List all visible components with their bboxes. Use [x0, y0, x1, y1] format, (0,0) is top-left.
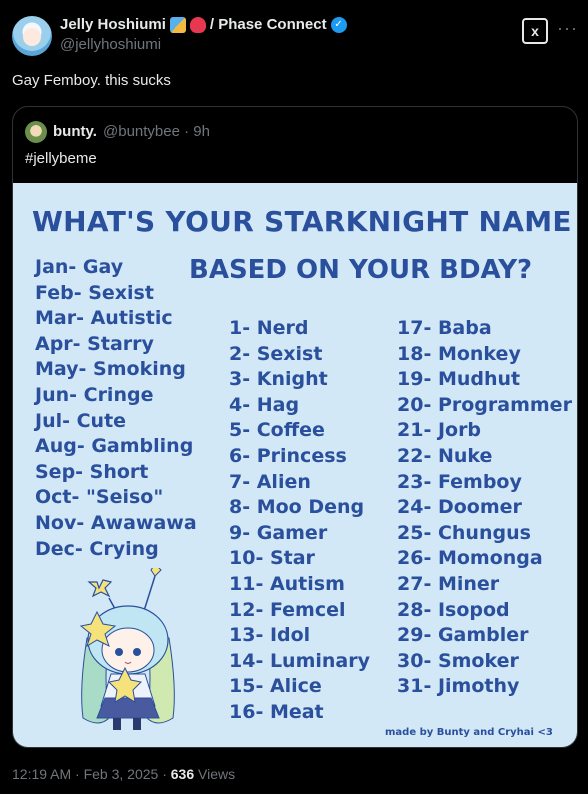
image-credit: made by Bunty and Cryhai <3 — [385, 727, 553, 738]
more-options-button[interactable]: ··· — [557, 18, 578, 40]
day-entry: 8- Moo Deng — [229, 496, 365, 519]
day-entry: 9- Gamer — [229, 521, 328, 544]
day-entry: 29- Gambler — [397, 624, 529, 647]
day-entry: 21- Jorb — [397, 419, 482, 442]
tweet-metadata: 12:19 AM · Feb 3, 2025 · 636 Views — [12, 766, 235, 782]
views-label: Views — [194, 766, 236, 782]
author-name-line[interactable]: Jelly Hoshiumi / Phase Connect ✓ — [60, 16, 347, 33]
day-entry: 4- Hag — [229, 393, 300, 416]
avatar-face — [23, 28, 41, 46]
day-entry: 13- Idol — [229, 624, 311, 647]
day-entry: 10- Star — [229, 547, 315, 570]
quote-author-handle[interactable]: @buntybee · 9h — [103, 123, 210, 140]
day-entry: 18- Monkey — [397, 342, 521, 365]
author-avatar[interactable] — [12, 16, 52, 56]
author-handle[interactable]: @jellyhoshiumi — [60, 36, 161, 53]
day-entry: 28- Isopod — [397, 598, 510, 621]
mascot-illustration — [79, 568, 175, 730]
day-entry: 5- Coffee — [229, 419, 325, 442]
day-entry: 16- Meat — [229, 701, 324, 723]
tweet-text: Gay Femboy. this sucks — [12, 72, 171, 89]
grok-icon: x — [531, 23, 539, 39]
timestamp[interactable]: 12:19 AM · Feb 3, 2025 · — [12, 766, 171, 782]
rocket-icon — [169, 16, 186, 33]
day-entry: 24- Doomer — [397, 496, 522, 519]
author-name[interactable]: Jelly Hoshiumi — [60, 16, 166, 33]
day-entry: 22- Nuke — [397, 445, 493, 467]
month-entry: Aug- Gambling — [35, 435, 194, 458]
month-entry: Sep- Short — [35, 460, 149, 483]
month-entry: Oct- "Seiso" — [35, 486, 164, 509]
day-entry: 26- Momonga — [397, 547, 543, 570]
ribbon-icon — [189, 16, 206, 33]
day-entry: 3- Knight — [229, 368, 328, 391]
day-entry: 7- Alien — [229, 470, 311, 493]
day-entry: 31- Jimothy — [397, 675, 520, 698]
author-affiliation: / Phase Connect — [209, 16, 327, 33]
quote-image[interactable]: WHAT'S YOUR STARKNIGHT NAME BASED ON YOU… — [13, 183, 577, 747]
day-entry: 27- Miner — [397, 573, 500, 595]
quote-text[interactable]: #jellybeme — [25, 150, 97, 167]
day-entry: 1- Nerd — [229, 317, 309, 339]
month-entry: Jan- Gay — [35, 256, 124, 278]
more-icon: ··· — [557, 18, 578, 38]
day-entry: 15- Alice — [229, 675, 322, 698]
day-entry: 19- Mudhut — [397, 368, 521, 391]
day-entry: 14- Luminary — [229, 649, 370, 672]
month-entry: Mar- Autistic — [35, 307, 173, 330]
tweet-header: Jelly Hoshiumi / Phase Connect ✓ @jellyh… — [12, 14, 578, 58]
day-entry: 11- Autism — [229, 573, 345, 595]
day-entry: 23- Femboy — [397, 470, 522, 493]
month-entry: Nov- Awawawa — [35, 512, 197, 534]
image-title-line2: BASED ON YOUR BDAY? — [189, 255, 533, 285]
month-entry: Jul- Cute — [35, 409, 127, 432]
grok-button[interactable]: x — [522, 18, 548, 44]
day-entry: 30- Smoker — [397, 649, 519, 672]
month-entry: Dec- Crying — [35, 537, 159, 560]
day-entry: 12- Femcel — [229, 598, 346, 621]
day-entry: 25- Chungus — [397, 521, 531, 544]
quoted-tweet[interactable]: bunty. @buntybee · 9h #jellybeme WHAT'S … — [12, 106, 578, 748]
month-entry: May- Smoking — [35, 358, 186, 381]
month-entry: Jun- Cringe — [35, 384, 154, 406]
views-count: 636 — [170, 766, 195, 782]
month-entry: Feb- Sexist — [35, 281, 154, 304]
image-title-line1: WHAT'S YOUR STARKNIGHT NAME — [32, 205, 572, 238]
day-entry: 17- Baba — [397, 317, 492, 339]
quote-author-name[interactable]: bunty. — [53, 123, 97, 140]
day-entry: 6- Princess — [229, 445, 347, 467]
day-entry: 2- Sexist — [229, 342, 323, 365]
verified-badge-icon[interactable]: ✓ — [330, 16, 347, 33]
month-entry: Apr- Starry — [35, 332, 154, 355]
day-entry: 20- Programmer — [397, 393, 572, 416]
quote-author-avatar[interactable] — [25, 121, 47, 143]
